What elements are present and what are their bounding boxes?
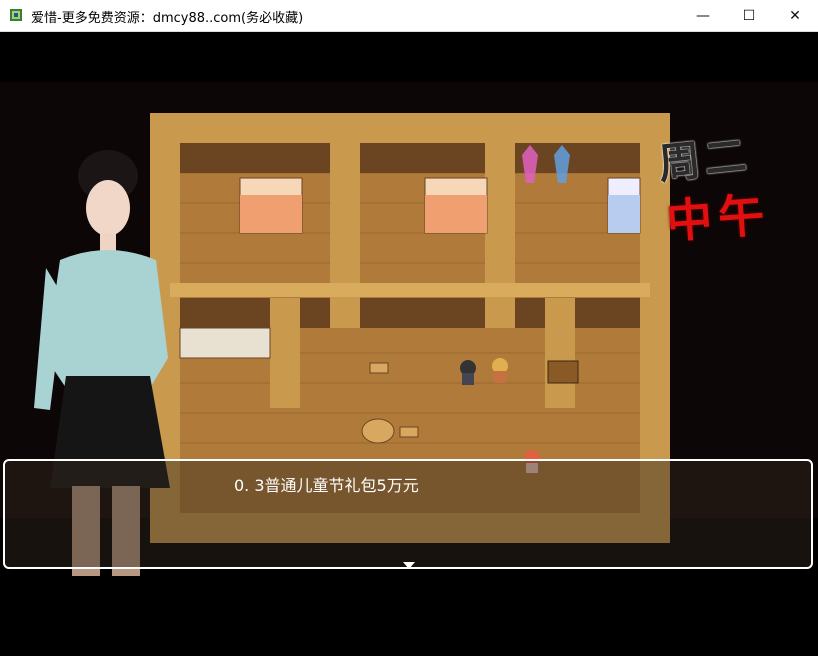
stool	[399, 426, 419, 438]
continue-arrow-icon[interactable]	[403, 562, 415, 569]
bed	[607, 177, 641, 234]
bed	[424, 177, 488, 234]
dialog-text: 0. 3普通儿童节礼包5万元	[234, 476, 419, 495]
table	[361, 418, 395, 444]
stool	[369, 362, 389, 374]
npc-dark-hair-body	[462, 373, 474, 385]
time-of-day-indicator: 中午	[664, 187, 772, 249]
title-bar[interactable]: 爱惜-更多免费资源：dmcy88..com(务必收藏) — ☐ ✕	[0, 0, 818, 32]
game-window: 爱惜-更多免费资源：dmcy88..com(务必收藏) — ☐ ✕ 周二 中午 …	[0, 0, 818, 656]
window-title: 爱惜-更多免费资源：dmcy88..com(务必收藏)	[31, 11, 304, 26]
barrel	[547, 360, 579, 384]
maximize-button[interactable]: ☐	[726, 0, 772, 31]
game-app-icon	[10, 9, 22, 21]
close-button[interactable]: ✕	[772, 0, 818, 31]
npc-blonde-body	[494, 371, 506, 383]
kitchen-counter	[179, 327, 271, 359]
bed	[239, 177, 303, 234]
minimize-button[interactable]: —	[680, 0, 726, 31]
